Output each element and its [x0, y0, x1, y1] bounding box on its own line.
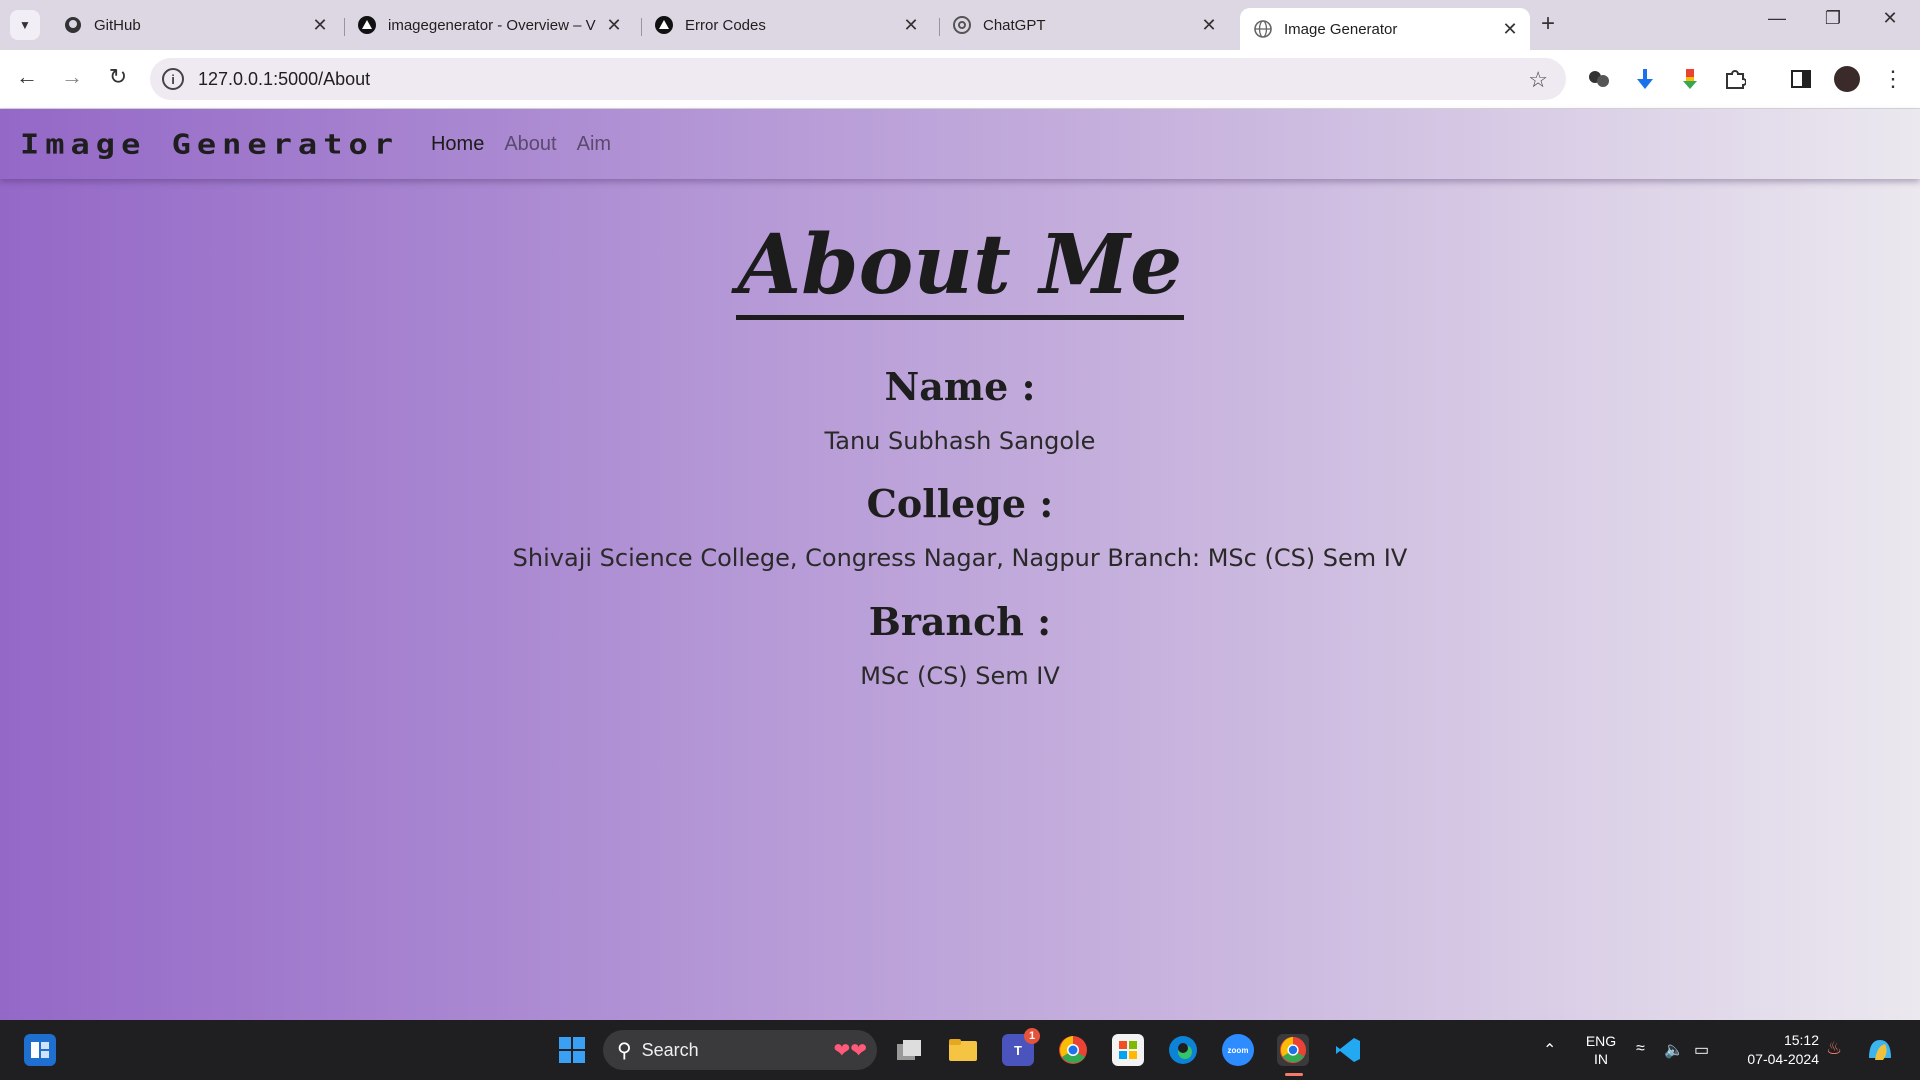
file-explorer-icon[interactable] — [947, 1034, 979, 1066]
tab-chatgpt[interactable]: ChatGPT ✕ — [939, 8, 1229, 42]
url-text[interactable]: 127.0.0.1:5000/About — [198, 69, 370, 90]
nav-link-aim[interactable]: Aim — [577, 133, 611, 156]
nav-link-about[interactable]: About — [504, 133, 556, 156]
vercel-icon — [358, 16, 376, 34]
notification-bell-icon[interactable]: ♨ — [1826, 1038, 1842, 1059]
windows-start-icon[interactable] — [556, 1034, 588, 1066]
speaker-icon[interactable]: 🔈 — [1664, 1040, 1684, 1060]
name-label: Name : — [884, 364, 1036, 409]
tab-strip: ▼ GitHub ✕ imagegenerator - Overview – V… — [0, 0, 1920, 50]
battery-icon[interactable]: ▭ — [1694, 1040, 1709, 1060]
windows-taskbar: ⚲ Search ❤❤ T1 zoom ⌃ ENG IN ≈ 🔈 ▭ 15:12… — [0, 1020, 1920, 1080]
profile-avatar[interactable] — [1834, 66, 1860, 92]
close-icon: ✕ — [1882, 8, 1898, 28]
close-window-button[interactable]: ✕ — [1870, 8, 1910, 29]
close-icon[interactable]: ✕ — [1496, 19, 1524, 40]
language-indicator[interactable]: ENG IN — [1583, 1032, 1619, 1068]
chevron-up-icon[interactable]: ⌃ — [1543, 1040, 1556, 1060]
tab-vercel-overview[interactable]: imagegenerator - Overview – V ✕ — [344, 8, 634, 42]
tab-error-codes[interactable]: Error Codes ✕ — [641, 8, 931, 42]
restore-button[interactable]: ❐ — [1813, 8, 1853, 29]
arrow-left-icon: ← — [16, 64, 38, 89]
site-info-icon[interactable]: i — [162, 68, 184, 90]
branch-value: MSc (CS) Sem IV — [860, 662, 1060, 690]
widgets-icon[interactable] — [24, 1034, 56, 1066]
zoom-icon[interactable]: zoom — [1222, 1034, 1254, 1066]
new-tab-button[interactable]: + — [1541, 10, 1555, 38]
bookmark-star-icon[interactable]: ☆ — [1528, 67, 1548, 93]
close-icon[interactable]: ✕ — [897, 15, 925, 36]
forward-button[interactable]: → — [57, 64, 87, 90]
nav-link-home[interactable]: Home — [431, 133, 484, 156]
search-label: Search — [641, 1039, 699, 1060]
college-label: College : — [866, 481, 1054, 526]
site-navbar: Image Generator Home About Aim — [0, 109, 1920, 179]
chevron-down-icon: ▼ — [19, 18, 31, 32]
college-value: Shivaji Science College, Congress Nagar,… — [512, 544, 1408, 572]
copilot-icon[interactable] — [1864, 1034, 1896, 1066]
chrome-active-icon[interactable] — [1277, 1034, 1309, 1066]
tab-title: GitHub — [94, 16, 141, 34]
tab-github[interactable]: GitHub ✕ — [50, 8, 340, 42]
page-title: About Me — [0, 217, 1920, 320]
vscode-icon[interactable] — [1332, 1034, 1364, 1066]
restore-icon: ❐ — [1824, 8, 1842, 28]
arrow-right-icon: → — [61, 64, 83, 89]
search-icon: ⚲ — [617, 1039, 632, 1062]
name-value: Tanu Subhash Sangole — [824, 427, 1096, 455]
teams-icon[interactable]: T1 — [1002, 1028, 1040, 1066]
clock[interactable]: 15:12 07-04-2024 — [1737, 1031, 1819, 1069]
menu-kebab-icon[interactable]: ⋮ — [1880, 66, 1906, 92]
vercel-icon — [655, 16, 673, 34]
download-icon[interactable] — [1632, 66, 1658, 92]
chrome-icon[interactable] — [1057, 1034, 1089, 1066]
globe-icon — [1254, 20, 1272, 38]
edge-icon[interactable] — [1167, 1034, 1199, 1066]
web-page: Image Generator Home About Aim About Me … — [0, 109, 1920, 1020]
browser-toolbar: ← → ↻ i 127.0.0.1:5000/About ☆ ⋮ — [0, 50, 1920, 109]
minimize-button[interactable]: — — [1757, 8, 1797, 29]
tab-title: imagegenerator - Overview – V — [388, 16, 596, 34]
address-bar[interactable]: i 127.0.0.1:5000/About ☆ — [150, 58, 1566, 100]
back-button[interactable]: ← — [12, 64, 42, 90]
tab-image-generator[interactable]: Image Generator ✕ — [1240, 8, 1530, 50]
extension-colorful-icon[interactable] — [1677, 66, 1703, 92]
tab-search-button[interactable]: ▼ — [10, 10, 40, 40]
close-icon[interactable]: ✕ — [1195, 15, 1223, 36]
extensions-puzzle-icon[interactable] — [1722, 66, 1748, 92]
close-icon[interactable]: ✕ — [600, 15, 628, 36]
task-view-icon[interactable] — [893, 1034, 925, 1066]
wifi-icon[interactable]: ≈ — [1636, 1040, 1645, 1058]
github-icon — [64, 16, 82, 34]
tab-title: ChatGPT — [983, 16, 1046, 34]
active-app-indicator — [1285, 1073, 1303, 1076]
close-icon[interactable]: ✕ — [306, 15, 334, 36]
tab-title: Error Codes — [685, 16, 766, 34]
stethoscope-heart-icon: ❤❤ — [833, 1039, 867, 1062]
reload-button[interactable]: ↻ — [103, 64, 133, 90]
plus-icon: + — [1541, 10, 1556, 37]
notification-badge: 1 — [1024, 1028, 1040, 1044]
reload-icon: ↻ — [108, 64, 128, 89]
extension-circles-icon[interactable] — [1586, 66, 1612, 92]
minimize-icon: — — [1768, 8, 1786, 28]
side-panel-icon[interactable] — [1788, 66, 1814, 92]
chatgpt-icon — [953, 16, 971, 34]
microsoft-store-icon[interactable] — [1112, 1034, 1144, 1066]
branch-label: Branch : — [868, 599, 1052, 644]
site-brand[interactable]: Image Generator — [20, 128, 399, 160]
taskbar-search[interactable]: ⚲ Search ❤❤ — [603, 1030, 877, 1070]
tab-title: Image Generator — [1284, 20, 1398, 38]
